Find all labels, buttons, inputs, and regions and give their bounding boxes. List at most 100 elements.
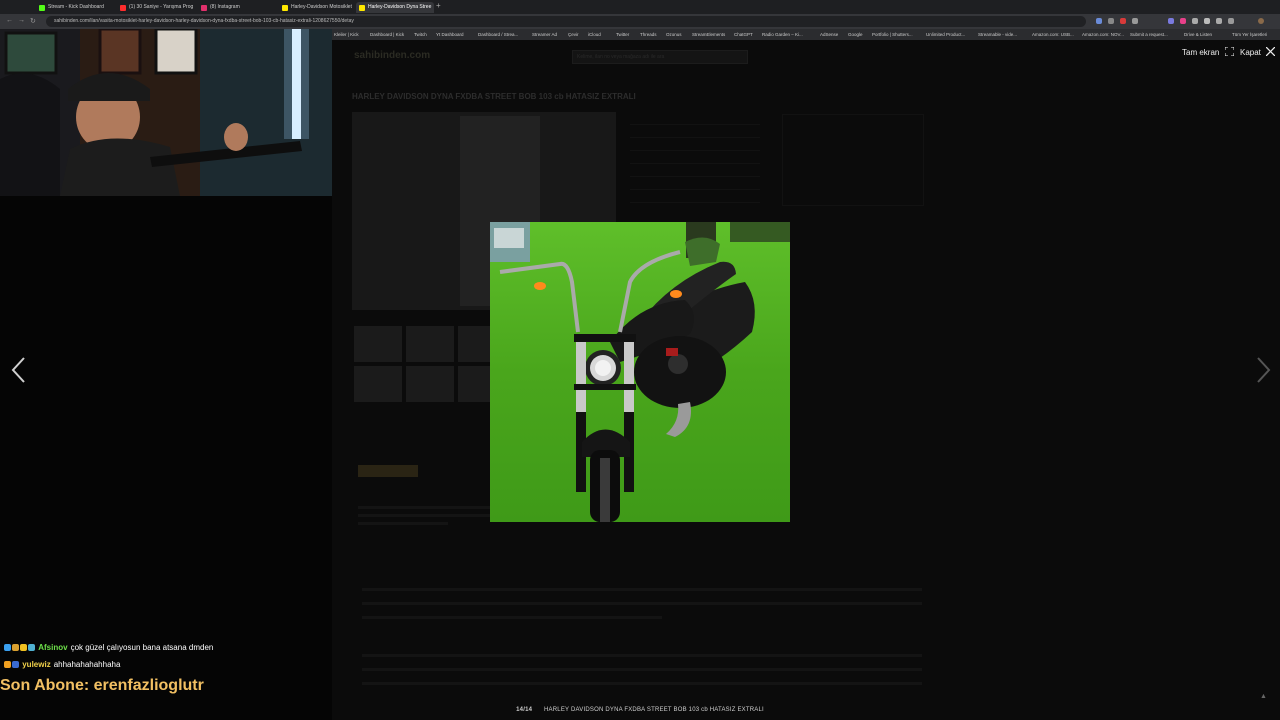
browser-tab[interactable]: (8) Instagram bbox=[198, 2, 278, 13]
new-tab-button[interactable]: + bbox=[436, 1, 441, 10]
description-tab bbox=[358, 465, 418, 477]
thumbnail bbox=[354, 366, 402, 402]
fullscreen-icon bbox=[1224, 46, 1235, 57]
bookmark-item[interactable]: Streamer Ad bbox=[532, 29, 557, 40]
text-line bbox=[358, 522, 448, 525]
badge-icon bbox=[20, 644, 27, 651]
browser-tab-strip: Stream - Kick Dashboard (1) 30 Saniye - … bbox=[0, 0, 1280, 14]
lightbox-photo bbox=[490, 222, 790, 522]
info-row bbox=[630, 177, 760, 190]
chat-username: yulewiz bbox=[22, 660, 51, 669]
bookmark-item[interactable]: Portfolio | Shutters... bbox=[872, 29, 913, 40]
badge-icon bbox=[4, 644, 11, 651]
tab-title: Harley-Davidson Dyna Stree bbox=[368, 4, 432, 10]
scroll-top-icon[interactable]: ▲ bbox=[1260, 693, 1267, 700]
seller-box bbox=[782, 114, 924, 206]
text-line bbox=[358, 506, 498, 509]
bookmark-item[interactable]: Amazon.com: USB... bbox=[1032, 29, 1074, 40]
address-bar-input[interactable]: sahibinden.com/ilan/vasita-motosiklet-ha… bbox=[46, 16, 1086, 27]
bookmark-item[interactable]: Twitter bbox=[616, 29, 629, 40]
extension-icon[interactable] bbox=[1216, 18, 1222, 24]
bookmark-item[interactable]: Streamable - vide... bbox=[978, 29, 1017, 40]
browser-toolbar: ← → ↻ sahibinden.com/ilan/vasita-motosik… bbox=[0, 14, 1280, 29]
background-listing-page: sahibinden.com Kelime, ilan no veya mağa… bbox=[332, 40, 1280, 720]
bookmark-item[interactable]: StreamElements bbox=[692, 29, 725, 40]
bookmark-item[interactable]: Dashboard | Kick bbox=[370, 29, 404, 40]
listing-title: HARLEY DAVIDSON DYNA FXDBA STREET BOB 10… bbox=[352, 92, 636, 101]
bookmark-item[interactable]: ChatGPT bbox=[734, 29, 753, 40]
chat-message: Afsinov çok güzel çalıyosun bana atsana d… bbox=[4, 643, 334, 660]
info-row bbox=[630, 112, 760, 125]
browser-tab-active[interactable]: Harley-Davidson Dyna Stree bbox=[356, 2, 434, 13]
extension-icon[interactable] bbox=[1108, 18, 1114, 24]
stream-chat-overlay: Afsinov çok güzel çalıyosun bana atsana d… bbox=[4, 643, 334, 677]
extension-icon[interactable] bbox=[1192, 18, 1198, 24]
bookmark-item[interactable]: Tüm Yer İşaretleri bbox=[1232, 29, 1267, 40]
bookmark-item[interactable]: Threads bbox=[640, 29, 657, 40]
browser-tab[interactable]: Stream - Kick Dashboard bbox=[36, 2, 116, 13]
feature-row bbox=[362, 682, 922, 685]
bookmark-item[interactable]: Dashboard / Strea... bbox=[478, 29, 518, 40]
extension-icon[interactable] bbox=[1168, 18, 1174, 24]
sahibinden-favicon-icon bbox=[359, 5, 365, 11]
tab-title: Harley-Davidson Motosiklet bbox=[291, 4, 352, 10]
youtube-favicon-icon bbox=[120, 5, 126, 11]
latest-subscriber-alert: Son Abone: erenfazlioglutr bbox=[0, 677, 204, 694]
fullscreen-button[interactable]: Tam ekran bbox=[1182, 46, 1235, 57]
fullscreen-label: Tam ekran bbox=[1182, 48, 1220, 57]
profile-avatar-icon[interactable] bbox=[1258, 18, 1264, 24]
close-label: Kapat bbox=[1240, 48, 1261, 57]
extension-icon[interactable] bbox=[1120, 18, 1126, 24]
bookmark-item[interactable]: Ozonus bbox=[666, 29, 682, 40]
extension-icon[interactable] bbox=[1180, 18, 1186, 24]
chat-text: ahhahahahahhaha bbox=[53, 660, 121, 669]
forward-arrow-icon[interactable]: → bbox=[18, 17, 25, 24]
extension-icon[interactable] bbox=[1132, 18, 1138, 24]
extension-icon[interactable] bbox=[1228, 18, 1234, 24]
info-row bbox=[630, 190, 760, 203]
thumbnail bbox=[406, 366, 454, 402]
close-icon bbox=[1265, 46, 1276, 57]
bookmark-item[interactable]: Unlimited Product... bbox=[926, 29, 965, 40]
bookmark-item[interactable]: Kleiler | Kick bbox=[334, 29, 359, 40]
info-row bbox=[630, 151, 760, 164]
close-button[interactable]: Kapat bbox=[1240, 46, 1276, 57]
webcam-overlay bbox=[0, 29, 332, 196]
tab-title: Stream - Kick Dashboard bbox=[48, 4, 104, 10]
motorcycle-image bbox=[490, 222, 790, 522]
bookmark-item[interactable]: Amazon.com: NOV... bbox=[1082, 29, 1124, 40]
feature-row bbox=[362, 602, 922, 605]
next-photo-button[interactable] bbox=[1252, 356, 1274, 384]
badge-icon bbox=[12, 661, 19, 668]
back-arrow-icon[interactable]: ← bbox=[6, 17, 13, 24]
info-row bbox=[630, 138, 760, 151]
browser-tab[interactable]: Harley-Davidson Motosiklet bbox=[279, 2, 355, 13]
bookmark-item[interactable]: Drive & Listen bbox=[1184, 29, 1212, 40]
extension-icon[interactable] bbox=[1204, 18, 1210, 24]
feature-row bbox=[362, 616, 662, 619]
bookmark-item[interactable]: Submit a request... bbox=[1130, 29, 1168, 40]
webcam-feed bbox=[0, 29, 332, 196]
info-row bbox=[630, 164, 760, 177]
tab-title: (8) Instagram bbox=[210, 4, 240, 10]
reload-icon[interactable]: ↻ bbox=[30, 17, 36, 25]
bookmark-item[interactable]: Twitch bbox=[414, 29, 427, 40]
badge-icon bbox=[12, 644, 19, 651]
previous-photo-button[interactable] bbox=[8, 356, 30, 384]
tab-title: (1) 30 Saniye - Yarışma Prog bbox=[129, 4, 194, 10]
bookmark-item[interactable]: Çevir bbox=[568, 29, 579, 40]
bookmark-item[interactable]: Google bbox=[848, 29, 863, 40]
extension-icon[interactable] bbox=[1096, 18, 1102, 24]
feature-row bbox=[362, 588, 922, 591]
listing-thumbnails bbox=[354, 326, 506, 404]
bookmark-item[interactable]: iCloud bbox=[588, 29, 601, 40]
bookmark-item[interactable]: Radio Garden – Ki... bbox=[762, 29, 803, 40]
badge-icon bbox=[28, 644, 35, 651]
feature-row bbox=[362, 654, 922, 657]
bookmark-item[interactable]: Yt Dashboard bbox=[436, 29, 464, 40]
bookmarks-bar: Kleiler | Kick Dashboard | Kick Twitch Y… bbox=[332, 29, 1280, 40]
listing-info-table bbox=[630, 112, 760, 222]
chevron-right-icon bbox=[1257, 357, 1271, 383]
bookmark-item[interactable]: AdSense bbox=[820, 29, 838, 40]
browser-tab[interactable]: (1) 30 Saniye - Yarışma Prog bbox=[117, 2, 197, 13]
